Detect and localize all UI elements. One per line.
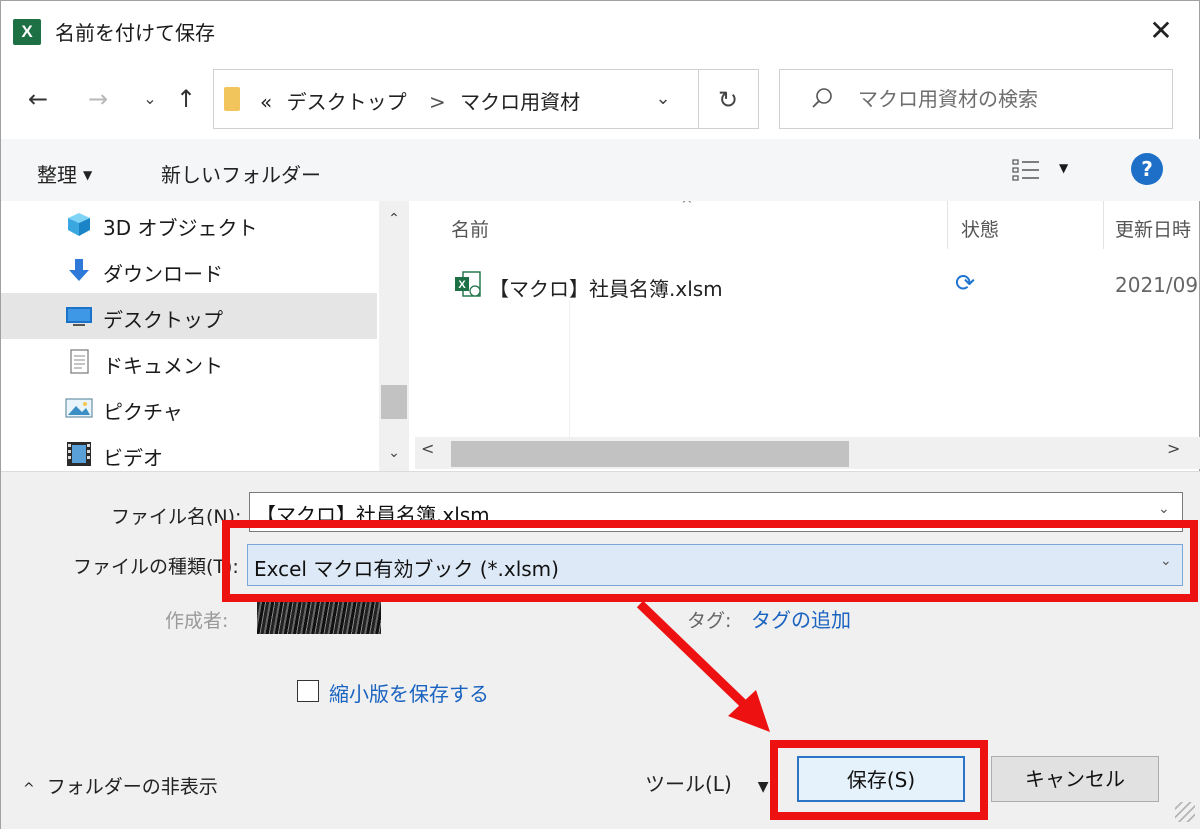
document-icon (70, 349, 89, 374)
tools-label: ツール(L) (645, 772, 732, 796)
command-bar: 整理 ▼ 新しいフォルダー ▼ ? (1, 139, 1200, 201)
breadcrumb: « デスクトップ > マクロ用資材 (260, 86, 588, 115)
excel-file-icon: X (455, 271, 481, 297)
scrollbar-thumb[interactable] (381, 385, 407, 419)
save-as-dialog: X 名前を付けて保存 ✕ ← → ⌄ ↑ « デスクトップ > マクロ用資材 ⌄… (0, 0, 1200, 829)
search-input[interactable] (858, 84, 1158, 114)
column-divider[interactable] (947, 201, 948, 249)
nav-item-desktop[interactable]: デスクトップ (1, 293, 377, 339)
author-value-redacted[interactable] (257, 602, 381, 634)
up-arrow-icon[interactable]: ↑ (169, 81, 203, 117)
save-thumbnail-label[interactable]: 縮小版を保存する (329, 678, 489, 707)
folder-icon (224, 87, 240, 111)
svg-text:X: X (458, 279, 466, 291)
nav-item-pictures[interactable]: ピクチャ (1, 385, 377, 431)
organize-label: 整理 (37, 163, 77, 187)
close-icon[interactable]: ✕ (1141, 13, 1181, 49)
save-thumbnail-checkbox[interactable] (297, 680, 319, 702)
sync-icon: ⟳ (955, 269, 976, 297)
filetype-select[interactable]: Excel マクロ有効ブック (*.xlsm) ⌄ (247, 544, 1183, 586)
desktop-icon (66, 307, 92, 326)
navigation-pane: 3D オブジェクト ダウンロード デスクトップ ドキュメント ピクチャ ビデオ (1, 201, 379, 471)
column-header-date[interactable]: 更新日時 (1115, 215, 1191, 242)
nav-item-3d-objects[interactable]: 3D オブジェクト (1, 201, 377, 247)
title-bar: X 名前を付けて保存 ✕ (1, 1, 1200, 61)
excel-app-icon: X (13, 19, 41, 45)
column-header-status[interactable]: 状態 (961, 215, 999, 242)
nav-item-label: ビデオ (103, 446, 163, 470)
save-button[interactable]: 保存(S) (797, 756, 965, 802)
navpane-scrollbar[interactable]: ⌃ ⌄ (379, 201, 409, 471)
refresh-icon[interactable]: ↻ (710, 82, 746, 118)
nav-item-documents[interactable]: ドキュメント (1, 339, 377, 385)
scroll-down-icon[interactable]: ⌄ (379, 439, 409, 467)
filename-combobox[interactable]: ⌄ (249, 492, 1183, 532)
view-details-icon[interactable] (1011, 157, 1043, 183)
nav-item-videos[interactable]: ビデオ (1, 431, 377, 471)
chevron-up-icon: ^ (23, 781, 35, 797)
save-form: ファイル名(N): ⌄ ファイルの種類(T): Excel マクロ有効ブック (… (1, 472, 1200, 829)
nav-item-label: ピクチャ (103, 400, 183, 424)
forward-arrow-icon[interactable]: → (81, 81, 115, 117)
breadcrumb-separator-icon[interactable]: > (429, 90, 446, 114)
search-icon (812, 88, 832, 108)
cube-icon (68, 213, 90, 236)
address-bar[interactable]: « デスクトップ > マクロ用資材 ⌄ ↻ (213, 69, 759, 129)
author-label: 作成者: (165, 610, 229, 632)
nav-item-label: ドキュメント (103, 354, 223, 378)
column-header-name[interactable]: 名前 (451, 215, 489, 242)
list-gridline (569, 301, 570, 437)
nav-item-label: デスクトップ (103, 308, 223, 332)
tools-caret-icon: ▼ (757, 779, 769, 795)
nav-item-label: ダウンロード (103, 262, 223, 286)
dialog-title: 名前を付けて保存 (55, 21, 215, 45)
back-arrow-icon[interactable]: ← (21, 81, 55, 117)
file-date: 2021/09 (1115, 273, 1199, 297)
resize-grip[interactable] (1175, 802, 1195, 822)
new-folder-button[interactable]: 新しいフォルダー (161, 159, 321, 188)
scroll-left-icon[interactable]: < (421, 439, 434, 458)
chevron-down-icon[interactable]: ⌄ (1160, 553, 1172, 569)
filename-input[interactable] (256, 499, 1136, 527)
scroll-right-icon[interactable]: > (1167, 439, 1180, 458)
scroll-up-icon[interactable]: ⌃ (379, 205, 409, 233)
filelist-hscrollbar[interactable]: < > (415, 437, 1200, 469)
download-icon (69, 259, 89, 281)
picture-icon (65, 398, 93, 418)
address-divider (698, 70, 699, 128)
breadcrumb-overflow[interactable]: « (260, 90, 272, 114)
organize-button[interactable]: 整理 ▼ (37, 159, 92, 188)
organize-caret-icon: ▼ (83, 168, 93, 182)
filetype-label: ファイルの種類(T): (73, 556, 239, 578)
tag-label: タグ: (687, 610, 732, 632)
video-icon (67, 442, 91, 466)
filetype-value: Excel マクロ有効ブック (*.xlsm) (254, 557, 559, 581)
cancel-button[interactable]: キャンセル (991, 756, 1159, 802)
hscrollbar-thumb[interactable] (451, 441, 849, 467)
add-tag-link[interactable]: タグの追加 (751, 604, 851, 633)
file-row[interactable]: X 【マクロ】社員名簿.xlsm ⟳ 2021/09 (415, 261, 1200, 309)
recent-locations-chevron-icon[interactable]: ⌄ (133, 81, 167, 117)
sort-ascending-icon: ^ (681, 201, 693, 213)
nav-item-downloads[interactable]: ダウンロード (1, 247, 377, 293)
file-name: 【マクロ】社員名簿.xlsm (489, 277, 723, 301)
search-box[interactable] (779, 69, 1173, 129)
address-dropdown-icon[interactable]: ⌄ (648, 84, 678, 114)
view-options-caret-icon[interactable]: ▼ (1059, 161, 1068, 175)
file-list: ^ 名前 状態 更新日時 X 【マクロ】社員名簿.xlsm ⟳ 2021/09 (415, 201, 1200, 437)
hide-folders-label: フォルダーの非表示 (46, 776, 218, 798)
breadcrumb-macro-materials[interactable]: マクロ用資材 (460, 90, 580, 114)
breadcrumb-desktop[interactable]: デスクトップ (287, 90, 407, 114)
hide-folders-button[interactable]: ^ フォルダーの非表示 (23, 772, 218, 799)
help-icon[interactable]: ? (1131, 153, 1163, 185)
nav-item-label: 3D オブジェクト (103, 216, 258, 240)
column-divider[interactable] (1103, 201, 1104, 249)
filename-label: ファイル名(N): (111, 506, 242, 528)
tools-button[interactable]: ツール(L) ▼ (645, 768, 769, 797)
chevron-down-icon[interactable]: ⌄ (1158, 501, 1170, 517)
